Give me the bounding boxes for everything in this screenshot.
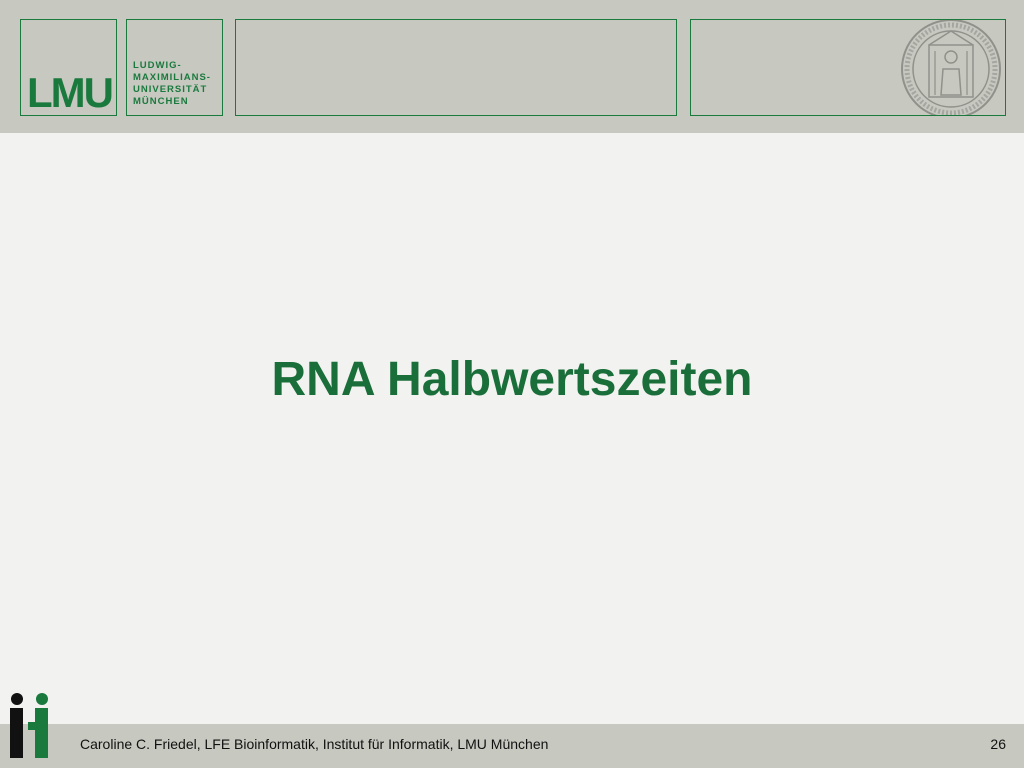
page-number: 26 xyxy=(990,736,1006,752)
lmu-logo: LMU xyxy=(27,69,114,116)
university-name-box: LUDWIG- MAXIMILIANS- UNIVERSITÄT MÜNCHEN xyxy=(126,19,223,116)
header-empty-box xyxy=(235,19,677,116)
university-line-2: MAXIMILIANS- xyxy=(133,72,211,83)
slide-title: RNA Halbwertszeiten xyxy=(271,353,753,406)
lmu-logo-box: LMU xyxy=(20,19,117,116)
seal-box xyxy=(690,19,1006,116)
university-name: LUDWIG- MAXIMILIANS- UNIVERSITÄT MÜNCHEN xyxy=(133,60,211,108)
university-line-3: UNIVERSITÄT xyxy=(133,84,208,95)
university-seal-icon xyxy=(901,20,1001,115)
university-line-4: MÜNCHEN xyxy=(133,96,189,107)
university-line-1: LUDWIG- xyxy=(133,60,182,71)
footer-author: Caroline C. Friedel, LFE Bioinformatik, … xyxy=(80,736,549,752)
ifi-logo-icon xyxy=(10,693,48,758)
